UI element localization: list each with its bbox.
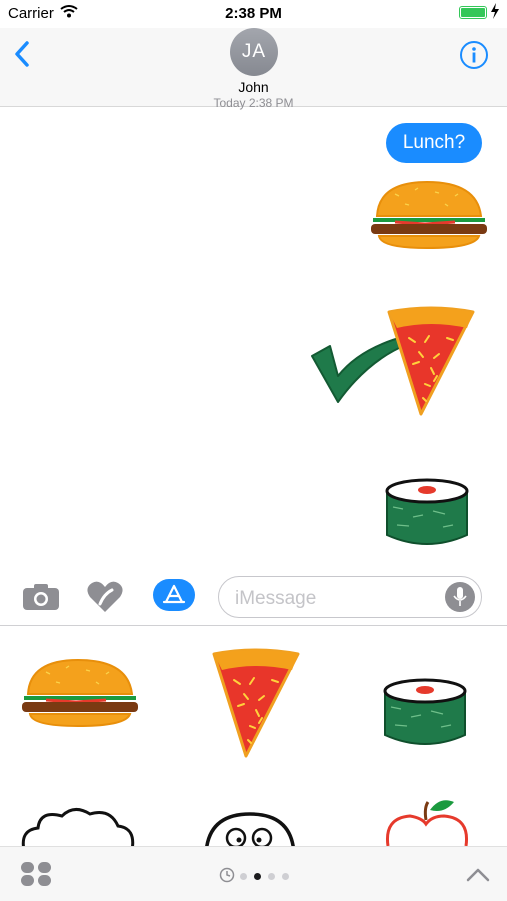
imessage-input[interactable]: iMessage (218, 576, 482, 618)
contact-name[interactable]: John (0, 79, 507, 95)
sushi-sticker[interactable] (383, 477, 471, 551)
burger-sticker[interactable] (365, 178, 493, 250)
pizza-sticker-option[interactable] (210, 648, 302, 760)
digital-touch-icon[interactable] (86, 580, 124, 614)
face-sticker-option[interactable] (205, 812, 295, 846)
info-icon[interactable] (459, 40, 489, 70)
back-chevron-icon[interactable] (12, 40, 32, 68)
page-dot[interactable] (240, 873, 247, 880)
contact-avatar[interactable]: JA (230, 28, 278, 76)
sticker-drawer (0, 626, 507, 846)
app-store-button[interactable] (153, 579, 195, 611)
compose-bar: iMessage (0, 565, 507, 626)
sushi-sticker-option[interactable] (381, 677, 469, 751)
microphone-icon (453, 587, 467, 606)
app-tray (0, 846, 507, 901)
face-right-eye (251, 827, 273, 846)
app-store-icon (162, 584, 186, 604)
page-dot-active[interactable] (254, 873, 261, 880)
battery-icon (459, 6, 487, 19)
recents-clock-icon[interactable] (219, 867, 235, 883)
broccoli-sticker-option[interactable] (18, 804, 138, 846)
status-bar: Carrier 2:38 PM (0, 0, 507, 28)
page-dot[interactable] (268, 873, 275, 880)
outgoing-message-bubble[interactable]: Lunch? (386, 123, 482, 163)
expand-chevron-icon[interactable] (465, 867, 491, 883)
pizza-sticker[interactable] (385, 306, 477, 418)
apple-sticker-option[interactable] (382, 796, 472, 846)
page-dot[interactable] (282, 873, 289, 880)
charging-icon (491, 3, 499, 19)
status-time: 2:38 PM (225, 5, 282, 22)
face-right-pupil (256, 837, 262, 843)
dictation-button[interactable] (445, 582, 475, 612)
face-left-pupil (236, 837, 242, 843)
message-timestamp: Today 2:38 PM (213, 96, 294, 110)
imessage-placeholder: iMessage (235, 588, 317, 609)
app-drawer-icon[interactable] (20, 861, 52, 887)
burger-sticker-option[interactable] (16, 656, 144, 728)
camera-icon[interactable] (22, 583, 60, 611)
face-left-eye (225, 827, 247, 846)
